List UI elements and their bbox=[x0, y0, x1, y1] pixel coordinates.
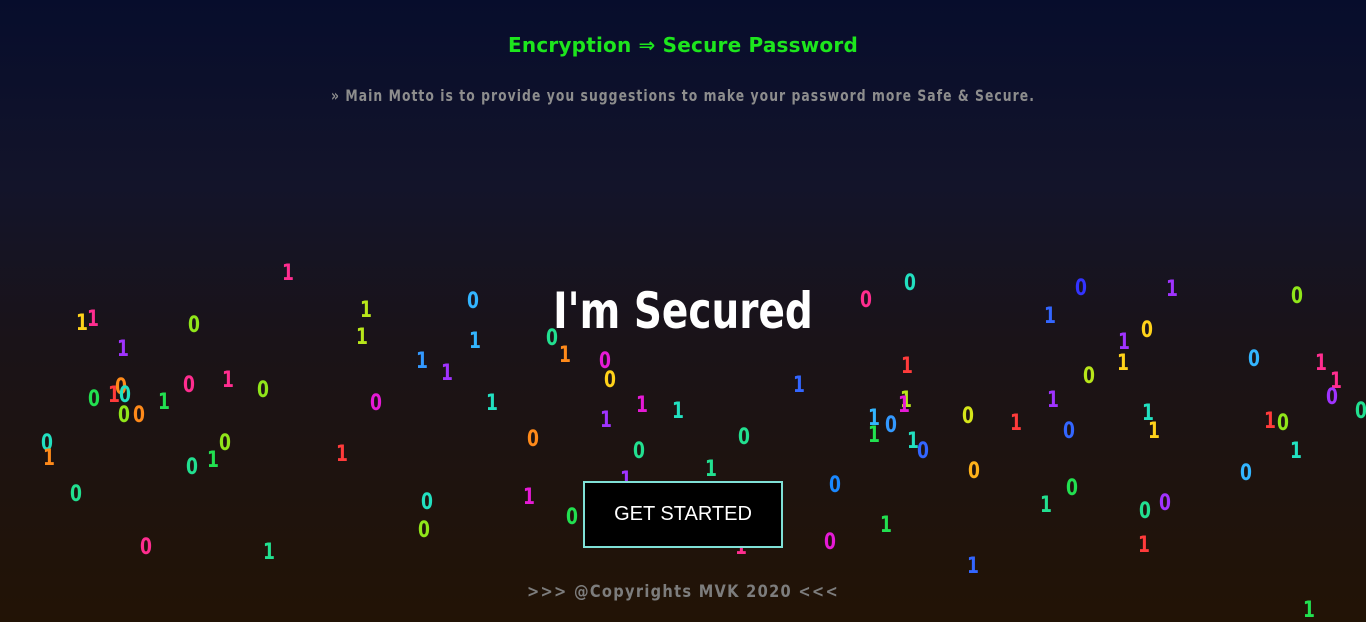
binary-digit: 1 bbox=[1142, 401, 1154, 426]
binary-digit: 1 bbox=[207, 448, 219, 473]
binary-digit: 0 bbox=[219, 431, 231, 456]
binary-digit: 1 bbox=[1264, 409, 1276, 434]
binary-digit: 1 bbox=[1315, 351, 1327, 376]
binary-digit: 0 bbox=[421, 490, 433, 515]
binary-digit: 1 bbox=[868, 406, 880, 431]
binary-digit: 0 bbox=[257, 378, 269, 403]
binary-digit: 0 bbox=[1139, 499, 1151, 524]
binary-digit: 0 bbox=[917, 439, 929, 464]
binary-digit: 1 bbox=[76, 311, 88, 336]
get-started-button[interactable]: GET STARTED bbox=[583, 481, 783, 548]
binary-digit: 1 bbox=[43, 446, 55, 471]
binary-digit: 1 bbox=[907, 429, 919, 454]
binary-digit: 0 bbox=[1063, 419, 1075, 444]
binary-digit: 1 bbox=[1117, 351, 1129, 376]
binary-digit: 1 bbox=[523, 485, 535, 510]
binary-digit: 0 bbox=[824, 530, 836, 555]
motto-text: » Main Motto is to provide you suggestio… bbox=[331, 86, 1035, 105]
binary-digit: 1 bbox=[336, 442, 348, 467]
binary-digit: 1 bbox=[793, 373, 805, 398]
binary-digit: 1 bbox=[1047, 388, 1059, 413]
binary-digit: 0 bbox=[70, 482, 82, 507]
binary-digit: 0 bbox=[140, 535, 152, 560]
binary-digit: 1 bbox=[880, 513, 892, 538]
binary-digit: 1 bbox=[900, 388, 912, 413]
binary-digit: 0 bbox=[885, 413, 897, 438]
binary-digit: 0 bbox=[829, 473, 841, 498]
binary-digit: 0 bbox=[41, 431, 53, 456]
binary-digit: 0 bbox=[186, 455, 198, 480]
binary-digit: 1 bbox=[672, 399, 684, 424]
binary-digit: 0 bbox=[566, 505, 578, 530]
binary-digit: 1 bbox=[117, 337, 129, 362]
binary-digit: 0 bbox=[183, 373, 195, 398]
binary-digit: 1 bbox=[87, 307, 99, 332]
copyright-footer: >>> @Copyrights MVK 2020 <<< bbox=[526, 582, 840, 602]
binary-digit: 1 bbox=[158, 390, 170, 415]
binary-digit: 0 bbox=[1159, 491, 1171, 516]
binary-digit: 0 bbox=[370, 391, 382, 416]
binary-digit: 1 bbox=[222, 368, 234, 393]
binary-digit: 0 bbox=[88, 387, 100, 412]
binary-digit: 0 bbox=[968, 459, 980, 484]
binary-digit: 0 bbox=[1248, 347, 1260, 372]
binary-digit: 1 bbox=[108, 383, 120, 408]
binary-digit: 1 bbox=[600, 408, 612, 433]
binary-digit: 0 bbox=[599, 349, 611, 374]
binary-digit: 1 bbox=[486, 391, 498, 416]
binary-digit: 0 bbox=[118, 403, 130, 428]
binary-digit: 0 bbox=[115, 375, 127, 400]
binary-digit: 1 bbox=[705, 457, 717, 482]
binary-digit: 0 bbox=[1066, 476, 1078, 501]
binary-digit: 0 bbox=[119, 383, 131, 408]
binary-digit: 1 bbox=[1148, 419, 1160, 444]
binary-digit: 1 bbox=[967, 554, 979, 579]
binary-digit: 0 bbox=[1083, 364, 1095, 389]
binary-digit: 1 bbox=[1040, 493, 1052, 518]
binary-digit: 1 bbox=[441, 361, 453, 386]
binary-digit: 1 bbox=[1330, 369, 1342, 394]
binary-digit: 1 bbox=[263, 540, 275, 565]
binary-digit: 1 bbox=[559, 343, 571, 368]
binary-digit: 1 bbox=[901, 354, 913, 379]
binary-digit: 0 bbox=[1277, 411, 1289, 436]
binary-digit: 0 bbox=[418, 518, 430, 543]
binary-digit: 0 bbox=[133, 403, 145, 428]
binary-digit: 0 bbox=[1355, 399, 1366, 424]
binary-digit: 1 bbox=[1303, 598, 1315, 622]
binary-digit: 1 bbox=[636, 393, 648, 418]
binary-digit: 0 bbox=[604, 368, 616, 393]
binary-digit: 0 bbox=[1291, 284, 1303, 309]
binary-digit: 0 bbox=[1326, 385, 1338, 410]
binary-digit: 0 bbox=[962, 404, 974, 429]
binary-digit: 1 bbox=[1010, 411, 1022, 436]
binary-digit: 0 bbox=[738, 425, 750, 450]
binary-digit: 0 bbox=[633, 439, 645, 464]
binary-digit: 1 bbox=[416, 349, 428, 374]
binary-digit: 0 bbox=[1240, 461, 1252, 486]
binary-digit: 1 bbox=[1290, 439, 1302, 464]
site-title: Encryption ⇒ Secure Password bbox=[508, 33, 858, 57]
binary-digit: 1 bbox=[898, 393, 910, 418]
hero-title: I'm Secured bbox=[553, 282, 813, 340]
binary-digit: 1 bbox=[868, 423, 880, 448]
binary-digit: 0 bbox=[527, 427, 539, 452]
binary-digit: 1 bbox=[1138, 533, 1150, 558]
